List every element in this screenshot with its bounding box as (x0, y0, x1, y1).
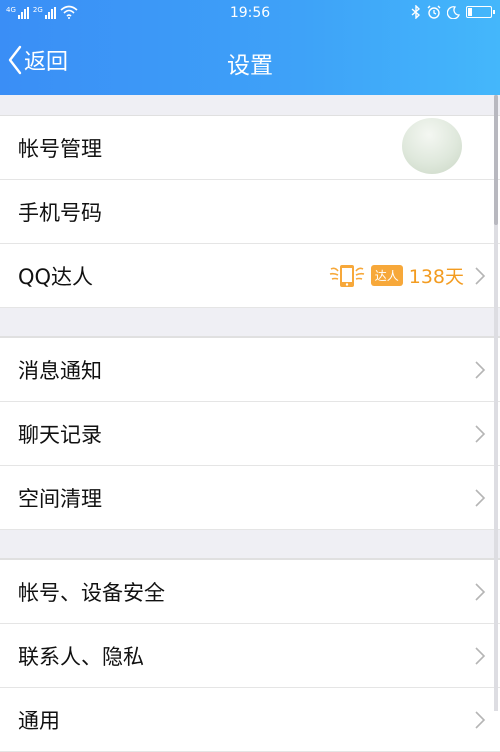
row-label: 帐号、设备安全 (18, 580, 165, 605)
row-label: 消息通知 (18, 358, 102, 383)
row-account-management[interactable]: 帐号管理 (0, 116, 500, 180)
status-icons (411, 5, 495, 19)
settings-group-messages: 消息通知 聊天记录 空间清理 (0, 337, 500, 530)
row-account-security[interactable]: 帐号、设备安全 (0, 560, 500, 624)
scrollbar[interactable] (494, 95, 498, 711)
chevron-right-icon (475, 489, 486, 507)
chevron-right-icon (475, 361, 486, 379)
row-label: QQ达人 (18, 264, 94, 289)
row-label: 手机号码 (18, 200, 102, 225)
scrollbar-thumb[interactable] (494, 95, 498, 225)
row-qq-daren[interactable]: QQ达人 达人 138天 (0, 244, 500, 308)
row-label: 空间清理 (18, 486, 102, 511)
avatar (402, 118, 462, 174)
app-header: 4G 2G 19:56 返回 设置 (0, 0, 500, 95)
row-label: 联系人、隐私 (18, 644, 144, 669)
daren-info: 达人 138天 (329, 262, 464, 289)
settings-group-security: 帐号、设备安全 联系人、隐私 通用 (0, 559, 500, 752)
bluetooth-icon (411, 5, 421, 19)
row-notifications[interactable]: 消息通知 (0, 338, 500, 402)
alarm-icon (427, 5, 441, 19)
row-phone-number[interactable]: 手机号码 (0, 180, 500, 244)
chevron-right-icon (475, 647, 486, 665)
daren-phone-icon (329, 264, 364, 287)
row-label: 通用 (18, 708, 60, 733)
moon-icon (447, 5, 460, 19)
section-spacer (0, 530, 500, 559)
settings-list: 帐号管理 手机号码 QQ达人 达人 138天 消息通知 聊天记录 空间清理 帐号… (0, 95, 500, 752)
chevron-right-icon (475, 425, 486, 443)
page-title: 设置 (227, 53, 273, 79)
row-contacts-privacy[interactable]: 联系人、隐私 (0, 624, 500, 688)
row-chat-history[interactable]: 聊天记录 (0, 402, 500, 466)
daren-badge: 达人 (370, 265, 403, 286)
chevron-right-icon (475, 583, 486, 601)
battery-level (468, 8, 472, 16)
section-spacer (0, 308, 500, 337)
row-general[interactable]: 通用 (0, 688, 500, 752)
settings-group-account: 帐号管理 手机号码 QQ达人 达人 138天 (0, 115, 500, 308)
chevron-right-icon (475, 711, 486, 729)
chevron-right-icon (475, 267, 486, 285)
row-label: 聊天记录 (18, 422, 102, 447)
status-bar: 4G 2G 19:56 (0, 0, 500, 28)
row-storage-cleanup[interactable]: 空间清理 (0, 466, 500, 530)
battery-icon (466, 6, 495, 18)
section-spacer (0, 95, 500, 115)
row-label: 帐号管理 (18, 136, 102, 161)
daren-days: 138天 (408, 266, 464, 288)
